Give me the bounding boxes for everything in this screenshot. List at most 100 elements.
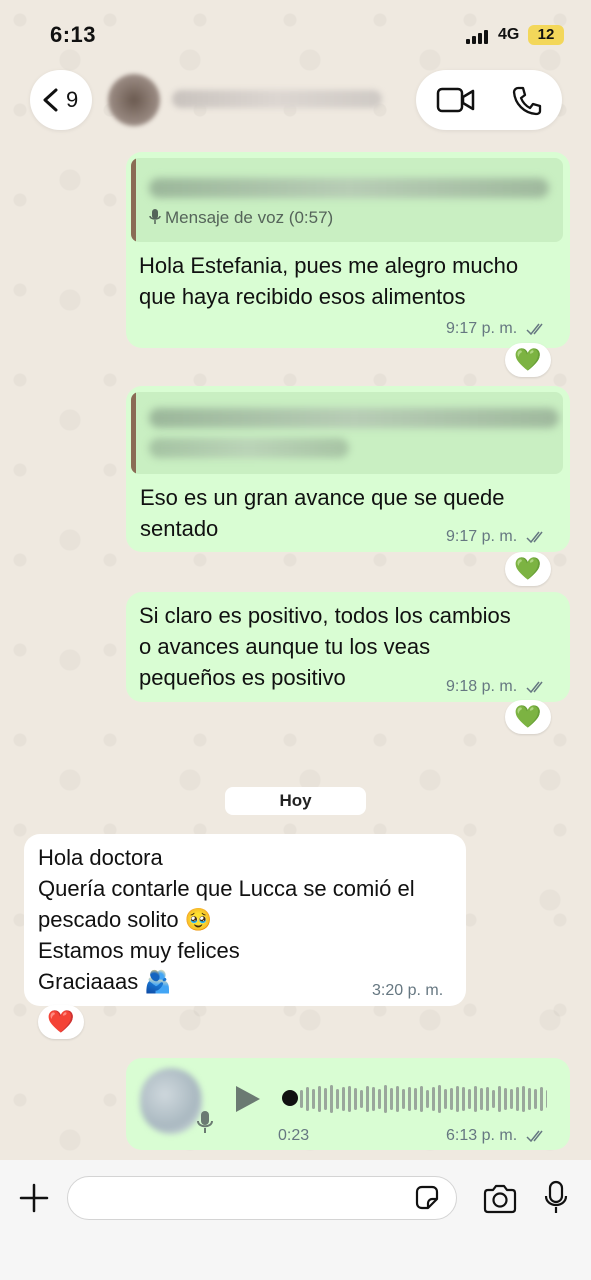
waveform-bar: [444, 1089, 447, 1109]
reaction-badge[interactable]: ❤️: [38, 1005, 84, 1039]
read-ticks-icon: [526, 531, 543, 543]
quoted-message[interactable]: [131, 392, 563, 474]
waveform-bar: [420, 1086, 423, 1112]
waveform-bar: [480, 1088, 483, 1110]
waveform-bar: [306, 1087, 309, 1111]
outgoing-message[interactable]: Si claro es positivo, todos los cambios …: [126, 592, 570, 702]
quoted-voice-label: Mensaje de voz (0:57): [149, 208, 333, 228]
waveform-bar: [390, 1088, 393, 1110]
waveform-bar: [372, 1087, 375, 1111]
waveform-bar: [534, 1089, 537, 1109]
read-ticks-icon: [526, 323, 543, 335]
waveform-bar: [510, 1089, 513, 1109]
message-line: Estamos muy felices: [38, 938, 240, 963]
message-time: 9:17 p. m.: [446, 320, 518, 337]
waveform-bar: [432, 1087, 435, 1111]
message-time: 9:18 p. m.: [446, 678, 518, 695]
outgoing-message[interactable]: Mensaje de voz (0:57) Hola Estefania, pu…: [126, 152, 570, 348]
message-line: pescado solito 🥹: [38, 907, 213, 932]
contact-avatar[interactable]: [108, 74, 160, 126]
waveform-bar: [330, 1085, 333, 1113]
waveform-bar: [504, 1088, 507, 1110]
waveform-bar: [468, 1089, 471, 1109]
video-call-icon[interactable]: [436, 86, 476, 114]
date-separator: Hoy: [225, 787, 366, 815]
message-meta: 6:13 p. m.: [446, 1127, 548, 1145]
unread-count: 9: [66, 87, 79, 112]
waveform-bar: [384, 1085, 387, 1113]
waveform-bar: [456, 1086, 459, 1112]
battery-icon: 12: [528, 25, 564, 45]
waveform-bar: [546, 1090, 547, 1108]
status-bar: 6:13 4G 12: [0, 0, 591, 66]
waveform-bar: [462, 1087, 465, 1111]
waveform-bar: [516, 1087, 519, 1111]
message-line: Graciaaas 🫂: [38, 969, 172, 994]
outgoing-message[interactable]: Eso es un gran avance que se quede senta…: [126, 386, 570, 552]
network-label: 4G: [498, 26, 520, 43]
call-actions: [416, 70, 562, 130]
waveform[interactable]: [282, 1080, 547, 1118]
message-text: Hola doctora Quería contarle que Lucca s…: [38, 842, 415, 997]
message-line: Quería contarle que Lucca se comió el: [38, 876, 415, 901]
waveform-bar: [366, 1086, 369, 1112]
waveform-bar: [342, 1087, 345, 1111]
read-ticks-icon: [526, 1130, 543, 1142]
message-time: 9:17 p. m.: [446, 528, 518, 545]
waveform-bar: [414, 1088, 417, 1110]
message-time: 3:20 p. m.: [372, 982, 444, 999]
quoted-message[interactable]: Mensaje de voz (0:57): [131, 158, 563, 242]
reaction-badge[interactable]: 💚: [505, 700, 551, 734]
waveform-bar: [438, 1085, 441, 1113]
contact-name[interactable]: [172, 90, 382, 108]
message-line: que haya recibido esos alimentos: [139, 284, 466, 309]
message-input[interactable]: [67, 1176, 457, 1220]
waveform-bar: [348, 1086, 351, 1112]
sticker-icon[interactable]: [413, 1184, 441, 1212]
playback-scrubber[interactable]: [282, 1090, 298, 1106]
waveform-bar: [528, 1088, 531, 1110]
status-time: 6:13: [50, 22, 97, 47]
waveform-bar: [300, 1090, 303, 1108]
waveform-bar: [336, 1089, 339, 1109]
waveform-bar: [486, 1087, 489, 1111]
waveform-bar: [360, 1090, 363, 1108]
camera-icon[interactable]: [482, 1184, 518, 1214]
message-meta: 9:18 p. m.: [446, 678, 548, 696]
microphone-icon: [149, 209, 161, 224]
waveform-bar: [474, 1086, 477, 1112]
quoted-label-text: Mensaje de voz (0:57): [165, 208, 334, 227]
message-meta: 9:17 p. m.: [446, 528, 548, 546]
back-button[interactable]: 9: [30, 70, 92, 130]
waveform-bar: [408, 1087, 411, 1111]
message-line: o avances aunque tu los veas: [139, 634, 431, 659]
incoming-message[interactable]: Hola doctora Quería contarle que Lucca s…: [24, 834, 466, 1006]
waveform-bar: [312, 1089, 315, 1109]
message-text: Hola Estefania, pues me alegro mucho que…: [139, 250, 518, 312]
voice-duration: 0:23: [278, 1127, 310, 1144]
plus-icon[interactable]: [18, 1182, 50, 1214]
phone-icon[interactable]: [511, 85, 543, 117]
message-line: Hola doctora: [38, 845, 163, 870]
waveform-bar: [318, 1086, 321, 1112]
waveform-bar: [492, 1090, 495, 1108]
read-ticks-icon: [526, 681, 543, 693]
play-icon[interactable]: [236, 1086, 260, 1112]
reaction-badge[interactable]: 💚: [505, 552, 551, 586]
waveform-bar: [324, 1088, 327, 1110]
waveform-bar: [378, 1089, 381, 1109]
waveform-bar: [450, 1088, 453, 1110]
waveform-bar: [522, 1086, 525, 1112]
waveform-bar: [540, 1087, 543, 1111]
microphone-icon[interactable]: [543, 1180, 569, 1216]
message-line: Hola Estefania, pues me alegro mucho: [139, 253, 519, 278]
message-line: Eso es un gran avance que se quede: [140, 485, 505, 510]
reaction-badge[interactable]: 💚: [505, 343, 551, 377]
waveform-bar: [354, 1088, 357, 1110]
message-line: Si claro es positivo, todos los cambios: [139, 603, 511, 628]
signal-icon: [466, 30, 492, 44]
waveform-bar: [426, 1090, 429, 1108]
chevron-left-icon: [43, 88, 58, 112]
waveform-bar: [396, 1086, 399, 1112]
message-meta: 9:17 p. m.: [446, 320, 548, 338]
